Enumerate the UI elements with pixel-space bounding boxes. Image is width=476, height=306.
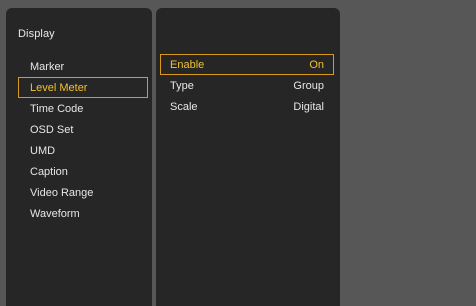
- menu-title: Display: [18, 28, 55, 40]
- menu-item-caption[interactable]: Caption: [18, 161, 148, 182]
- osd-screen: Display Marker Level Meter Time Code OSD…: [0, 0, 476, 306]
- setting-value: Digital: [293, 100, 324, 113]
- menu-item-umd[interactable]: UMD: [18, 140, 148, 161]
- menu-item-osd-set[interactable]: OSD Set: [18, 119, 148, 140]
- setting-row-scale[interactable]: Scale Digital: [160, 96, 334, 117]
- display-menu-list: Marker Level Meter Time Code OSD Set UMD…: [18, 56, 148, 224]
- setting-label: Scale: [170, 100, 198, 113]
- level-meter-settings-panel: Enable On Type Group Scale Digital: [156, 8, 340, 306]
- setting-row-enable[interactable]: Enable On: [160, 54, 334, 75]
- setting-label: Type: [170, 79, 194, 92]
- setting-row-type[interactable]: Type Group: [160, 75, 334, 96]
- menu-item-time-code[interactable]: Time Code: [18, 98, 148, 119]
- setting-value: On: [309, 58, 324, 71]
- display-menu-panel: Display Marker Level Meter Time Code OSD…: [6, 8, 152, 306]
- menu-item-marker[interactable]: Marker: [18, 56, 148, 77]
- setting-value: Group: [293, 79, 324, 92]
- settings-list: Enable On Type Group Scale Digital: [160, 54, 334, 117]
- menu-item-video-range[interactable]: Video Range: [18, 182, 148, 203]
- menu-item-waveform[interactable]: Waveform: [18, 203, 148, 224]
- menu-item-level-meter[interactable]: Level Meter: [18, 77, 148, 98]
- setting-label: Enable: [170, 58, 205, 71]
